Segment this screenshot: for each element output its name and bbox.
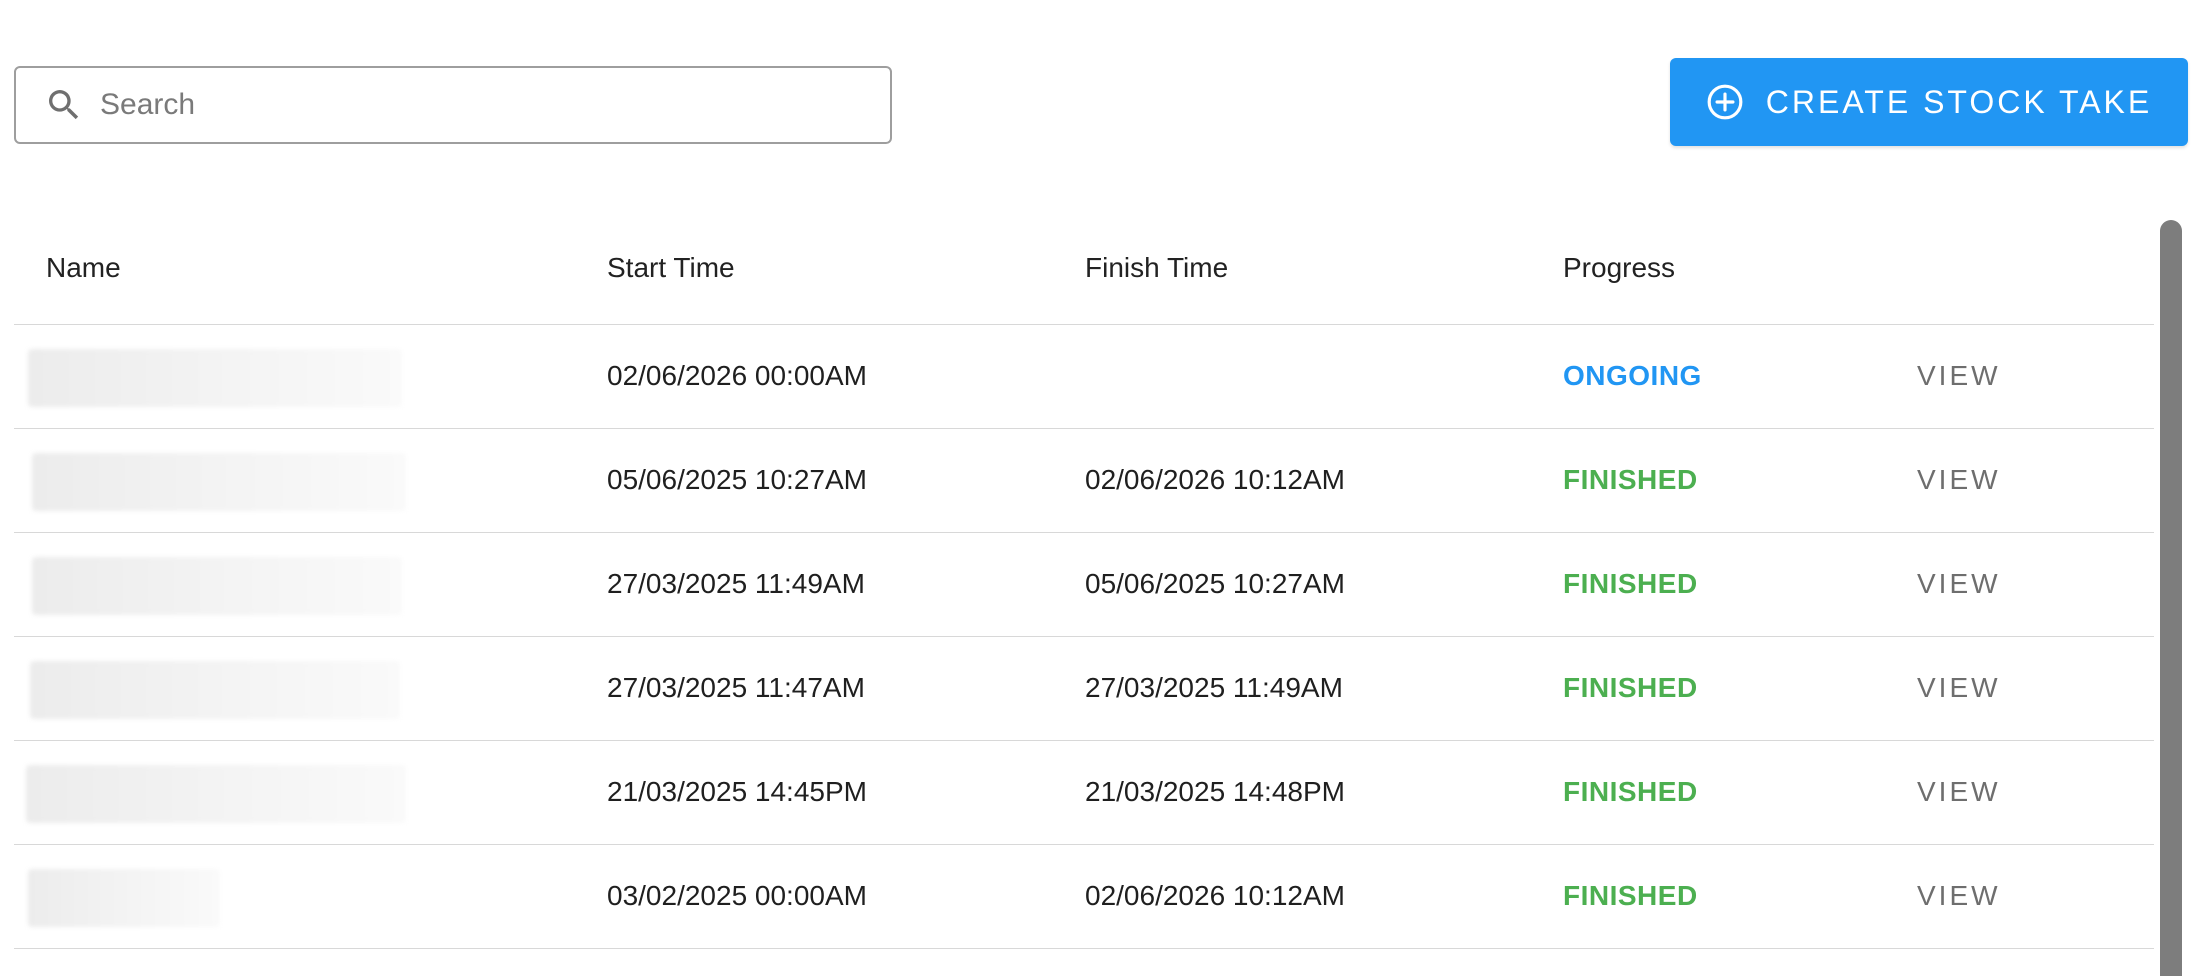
redacted-name	[28, 869, 220, 927]
row-finish-time: 21/03/2025 14:48PM	[1085, 776, 1345, 807]
table-scrollbar[interactable]	[2160, 220, 2182, 976]
table-row: 03/02/2025 00:00AM 02/06/2026 10:12AM FI…	[14, 845, 2154, 949]
table-row: 05/06/2025 10:27AM 02/06/2026 10:12AM FI…	[14, 429, 2154, 533]
view-button[interactable]: VIEW	[1917, 360, 2001, 392]
header-name: Name	[46, 252, 121, 283]
row-finish-time: 05/06/2025 10:27AM	[1085, 568, 1345, 599]
table-header: Name Start Time Finish Time Progress	[14, 216, 2154, 325]
create-stock-take-label: CREATE STOCK TAKE	[1765, 83, 2153, 120]
add-circle-icon	[1707, 84, 1743, 120]
row-start-time: 05/06/2025 10:27AM	[607, 464, 867, 495]
search-field[interactable]	[14, 66, 892, 144]
view-button[interactable]: VIEW	[1917, 568, 2001, 600]
table-row: 21/03/2025 14:45PM 21/03/2025 14:48PM FI…	[14, 741, 2154, 845]
stock-take-table: Name Start Time Finish Time Progress 02/…	[14, 216, 2154, 949]
header-start-time: Start Time	[607, 252, 735, 283]
status-badge: ONGOING	[1563, 360, 1702, 391]
view-button[interactable]: VIEW	[1917, 776, 2001, 808]
search-icon	[49, 90, 79, 120]
row-finish-time: 02/06/2026 10:12AM	[1085, 880, 1345, 911]
create-stock-take-button[interactable]: CREATE STOCK TAKE	[1670, 58, 2188, 146]
row-start-time: 21/03/2025 14:45PM	[607, 776, 867, 807]
row-start-time: 27/03/2025 11:47AM	[607, 672, 865, 703]
row-finish-time: 02/06/2026 10:12AM	[1085, 464, 1345, 495]
view-button[interactable]: VIEW	[1917, 672, 2001, 704]
header-progress: Progress	[1563, 252, 1676, 283]
row-start-time: 27/03/2025 11:49AM	[607, 568, 865, 599]
header-finish-time: Finish Time	[1085, 252, 1229, 283]
row-start-time: 02/06/2026 00:00AM	[607, 360, 867, 391]
status-badge: FINISHED	[1563, 776, 1698, 807]
redacted-name	[32, 557, 402, 615]
redacted-name	[28, 349, 402, 407]
search-input[interactable]	[98, 74, 862, 136]
view-button[interactable]: VIEW	[1917, 464, 2001, 496]
table-row: 27/03/2025 11:47AM 27/03/2025 11:49AM FI…	[14, 637, 2154, 741]
table-row: 27/03/2025 11:49AM 05/06/2025 10:27AM FI…	[14, 533, 2154, 637]
redacted-name	[32, 453, 406, 511]
stock-take-page: CREATE STOCK TAKE Name Start Time Finish…	[0, 0, 2208, 976]
table-row: 02/06/2026 00:00AM ONGOING VIEW	[14, 325, 2154, 429]
status-badge: FINISHED	[1563, 464, 1698, 495]
status-badge: FINISHED	[1563, 880, 1698, 911]
status-badge: FINISHED	[1563, 672, 1698, 703]
status-badge: FINISHED	[1563, 568, 1698, 599]
redacted-name	[30, 661, 400, 719]
redacted-name	[26, 765, 406, 823]
row-start-time: 03/02/2025 00:00AM	[607, 880, 867, 911]
view-button[interactable]: VIEW	[1917, 880, 2001, 912]
row-finish-time: 27/03/2025 11:49AM	[1085, 672, 1343, 703]
